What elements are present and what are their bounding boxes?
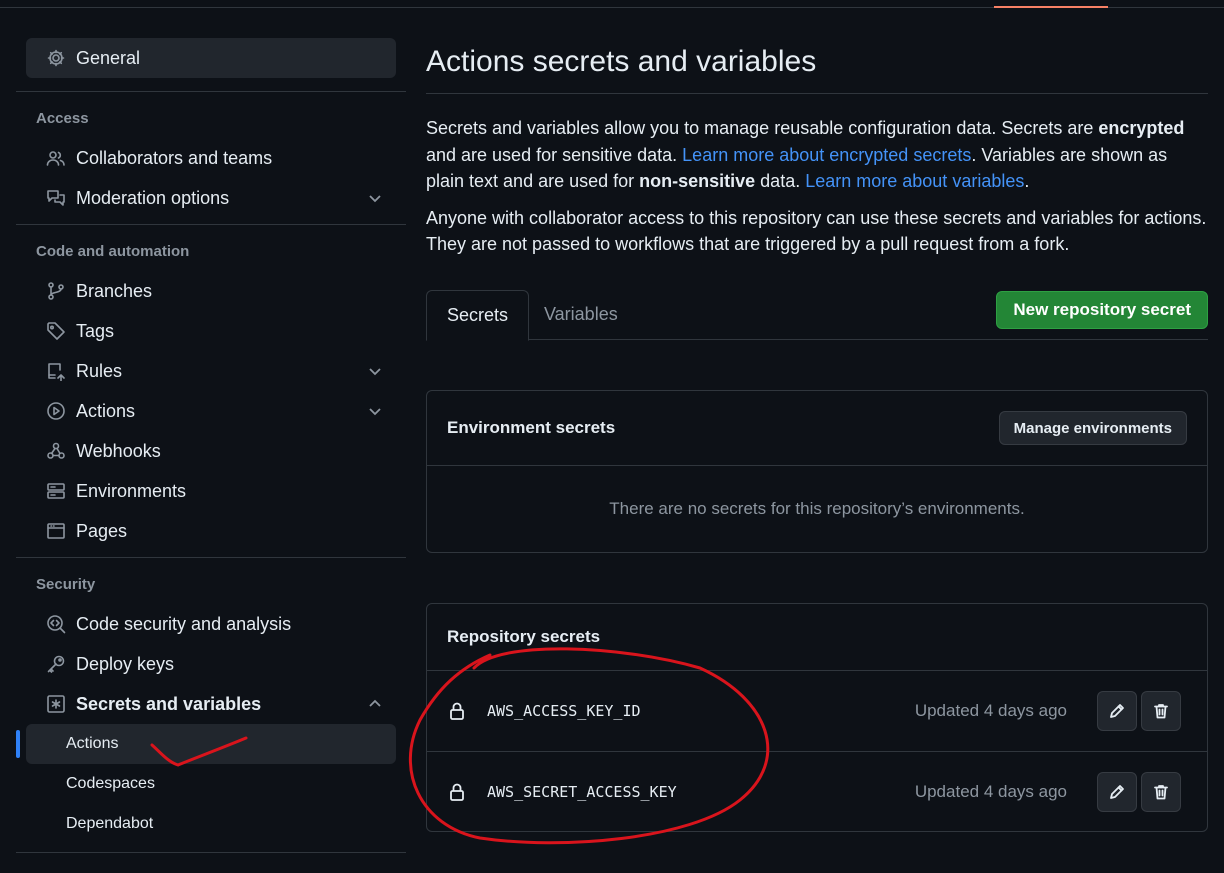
learn-more-variables-link[interactable]: Learn more about variables xyxy=(805,171,1024,191)
active-repo-tab-underline xyxy=(994,6,1108,8)
lock-icon xyxy=(447,701,467,721)
top-header-border xyxy=(0,0,1224,8)
sidebar-divider xyxy=(16,91,406,92)
repository-secrets-box: Repository secrets AWS_ACCESS_KEY_ID Upd… xyxy=(426,603,1208,832)
sidebar-item-label: Rules xyxy=(76,360,123,381)
sidebar-item-label: General xyxy=(76,47,141,68)
repo-push-icon xyxy=(46,361,66,381)
sidebar-item-pages[interactable]: Pages xyxy=(26,511,396,551)
sidebar-subitem-actions[interactable]: Actions xyxy=(16,724,396,764)
sidebar-item-rules[interactable]: Rules xyxy=(26,351,396,391)
sidebar-item-collaborators[interactable]: Collaborators and teams xyxy=(26,138,396,178)
delete-secret-button[interactable] xyxy=(1141,772,1181,812)
sidebar-subitem-dependabot[interactable]: Dependabot xyxy=(26,804,396,844)
webhook-icon xyxy=(46,441,66,461)
sidebar-heading-security: Security xyxy=(36,575,96,593)
play-icon xyxy=(46,401,66,421)
secret-name: AWS_ACCESS_KEY_ID xyxy=(487,702,641,720)
secret-row: AWS_ACCESS_KEY_ID Updated 4 days ago xyxy=(427,671,1207,751)
sidebar-item-label: Collaborators and teams xyxy=(76,147,273,168)
sidebar-item-label: Moderation options xyxy=(76,187,230,208)
sidebar-item-label: Secrets and variables xyxy=(76,693,262,714)
tag-icon xyxy=(46,321,66,341)
codescan-icon xyxy=(46,614,66,634)
sidebar-item-label: Environments xyxy=(76,480,187,501)
description-bold: encrypted xyxy=(1098,118,1185,138)
sidebar-heading-access: Access xyxy=(36,109,89,127)
environment-secrets-box: Environment secrets Manage environments … xyxy=(426,390,1208,553)
sidebar-item-branches[interactable]: Branches xyxy=(26,271,396,311)
sidebar-item-moderation[interactable]: Moderation options xyxy=(26,178,396,218)
asterisk-icon xyxy=(46,694,66,714)
comment-discussion-icon xyxy=(46,188,66,208)
pencil-icon xyxy=(1110,785,1124,799)
settings-sidebar: General Access Collaborators and teams M… xyxy=(16,38,406,859)
secret-updated: Updated 4 days ago xyxy=(914,701,1067,720)
sidebar-item-label: Webhooks xyxy=(76,440,161,461)
secret-row: AWS_SECRET_ACCESS_KEY Updated 4 days ago xyxy=(427,751,1207,831)
new-repository-secret-button[interactable]: New repository secret xyxy=(996,290,1208,329)
server-icon xyxy=(46,481,66,501)
tab-secrets[interactable]: Secrets xyxy=(426,289,530,341)
sidebar-item-general[interactable]: General xyxy=(26,38,396,78)
repository-secrets-title: Repository secrets xyxy=(447,627,601,646)
environment-secrets-header: Environment secrets Manage environments xyxy=(427,391,1207,466)
sidebar-item-webhooks[interactable]: Webhooks xyxy=(26,431,396,471)
sidebar-item-deploy-keys[interactable]: Deploy keys xyxy=(26,644,396,684)
description-text: . xyxy=(1024,171,1030,191)
sidebar-item-actions[interactable]: Actions xyxy=(26,391,396,431)
learn-more-secrets-link[interactable]: Learn more about encrypted secrets xyxy=(682,145,971,165)
description-text: and are used for sensitive data. xyxy=(426,144,683,165)
environment-secrets-empty: There are no secrets for this repository… xyxy=(609,499,1025,518)
chevron-down-icon[interactable] xyxy=(366,402,384,420)
description-text: data. xyxy=(755,171,806,191)
pencil-icon xyxy=(1110,704,1124,718)
main-content: Actions secrets and variables Secrets an… xyxy=(426,38,1208,832)
chevron-down-icon[interactable] xyxy=(366,362,384,380)
description-bold: non-sensitive xyxy=(639,171,756,191)
edit-secret-button[interactable] xyxy=(1097,691,1137,731)
environment-secrets-title: Environment secrets xyxy=(447,418,616,437)
sidebar-divider xyxy=(16,224,406,225)
description-paragraph: Secrets and variables allow you to manag… xyxy=(426,115,1208,195)
sidebar-item-environments[interactable]: Environments xyxy=(26,471,396,511)
repository-secrets-header: Repository secrets xyxy=(427,604,1207,671)
delete-secret-button[interactable] xyxy=(1141,691,1181,731)
trash-icon xyxy=(1154,704,1168,719)
branch-icon xyxy=(46,281,66,301)
sidebar-divider xyxy=(16,557,406,558)
manage-environments-button[interactable]: Manage environments xyxy=(998,411,1187,445)
edit-secret-button[interactable] xyxy=(1097,772,1137,812)
trash-icon xyxy=(1154,785,1168,800)
sidebar-item-label: Code security and analysis xyxy=(76,613,292,634)
lock-icon xyxy=(447,782,467,802)
secrets-tabs: Secrets Variables New repository secret xyxy=(426,289,1208,341)
collaborator-notice: Anyone with collaborator access to this … xyxy=(426,207,1207,255)
sidebar-heading-code-automation: Code and automation xyxy=(36,242,190,260)
chevron-up-icon[interactable] xyxy=(366,695,384,713)
browser-icon xyxy=(46,521,66,541)
gear-icon xyxy=(46,48,66,68)
tab-variables[interactable]: Variables xyxy=(524,290,638,340)
sidebar-item-label: Actions xyxy=(76,400,136,421)
sidebar-item-label: Deploy keys xyxy=(76,653,175,674)
sidebar-item-secrets-variables[interactable]: Secrets and variables xyxy=(26,684,396,724)
key-icon xyxy=(46,654,66,674)
sidebar-item-label: Branches xyxy=(76,280,153,301)
secret-updated: Updated 4 days ago xyxy=(914,781,1067,801)
secret-name: AWS_SECRET_ACCESS_KEY xyxy=(487,782,677,801)
chevron-down-icon[interactable] xyxy=(366,189,384,207)
sidebar-item-tags[interactable]: Tags xyxy=(26,311,396,351)
sidebar-divider xyxy=(16,852,406,853)
sidebar-item-label: Pages xyxy=(76,520,128,541)
page-title: Actions secrets and variables xyxy=(426,38,1208,94)
sidebar-item-label: Tags xyxy=(76,320,115,341)
people-icon xyxy=(46,148,66,168)
sidebar-item-code-security[interactable]: Code security and analysis xyxy=(26,604,396,644)
sidebar-subitem-codespaces[interactable]: Codespaces xyxy=(26,764,396,804)
description-text: Secrets and variables allow you to manag… xyxy=(426,118,1099,138)
